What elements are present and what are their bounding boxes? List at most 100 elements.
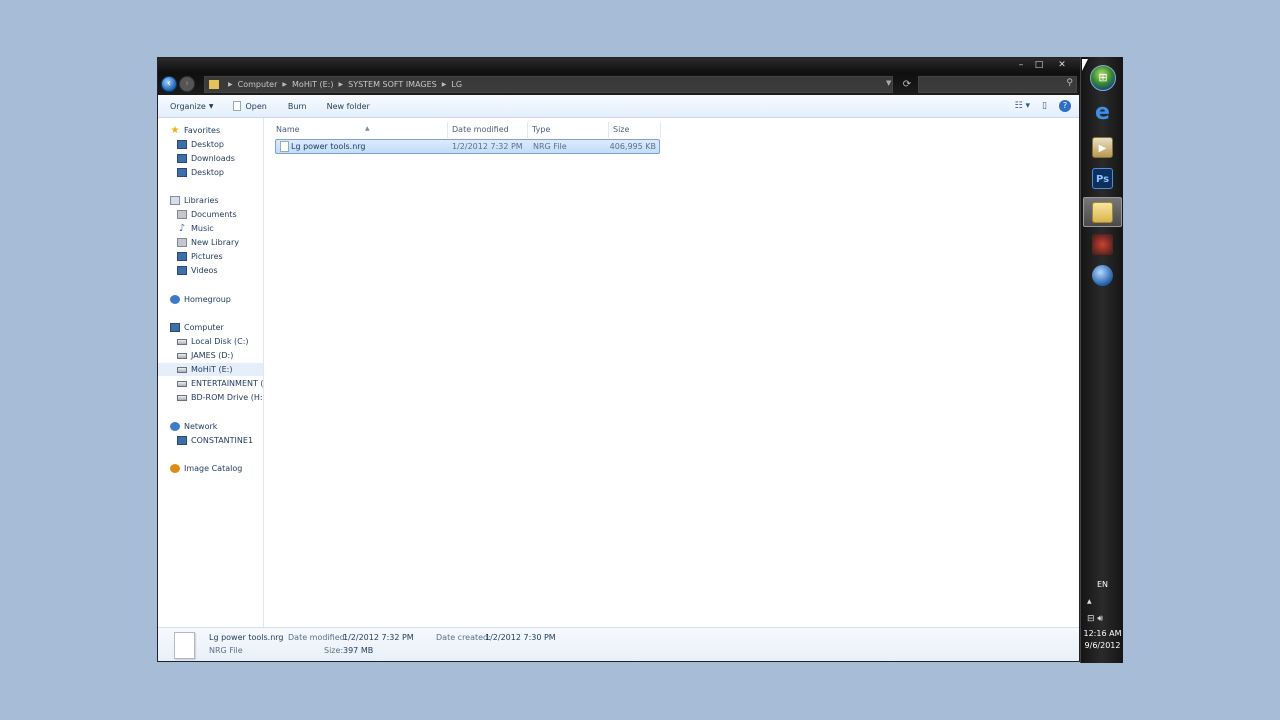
nav-music[interactable]: ♪ Music <box>177 222 214 235</box>
nav-favorites[interactable]: ★ Favorites <box>170 124 221 137</box>
new-folder-button[interactable]: New folder <box>327 102 370 111</box>
preview-pane-icon[interactable]: ▯ <box>1042 101 1047 111</box>
nav-label: Libraries <box>184 196 219 205</box>
nav-drive-h[interactable]: BD-ROM Drive (H:) S <box>177 391 263 404</box>
address-bar[interactable]: ▶ Computer ▶ MoHiT (E:) ▶ SYSTEM SOFT IM… <box>204 76 893 93</box>
document-icon <box>233 101 242 111</box>
maximize-button[interactable]: □ <box>1029 59 1049 72</box>
globe-icon[interactable] <box>1092 265 1113 286</box>
breadcrumb-computer[interactable]: Computer <box>238 80 278 89</box>
photoshop-icon[interactable]: Ps <box>1092 168 1113 189</box>
nav-drive-f[interactable]: ENTERTAINMENT (F:) <box>177 377 263 390</box>
file-type: NRG File <box>533 142 567 151</box>
documents-icon <box>177 210 187 219</box>
nav-new-library[interactable]: New Library <box>177 236 239 249</box>
breadcrumb-current[interactable]: LG <box>451 80 462 89</box>
windows-logo-icon: ⊞ <box>1098 71 1108 84</box>
column-name-label: Name <box>276 125 300 134</box>
minimize-button[interactable]: – <box>1011 59 1031 72</box>
nav-homegroup[interactable]: Homegroup <box>170 293 231 306</box>
view-options-icon[interactable]: ☷ ▾ <box>1015 101 1030 111</box>
nav-label: Pictures <box>191 252 223 261</box>
clock-time[interactable]: 12:16 AM <box>1081 629 1124 638</box>
arrow-right-icon: › <box>185 78 189 89</box>
nav-image-catalog[interactable]: Image Catalog <box>170 462 242 475</box>
language-indicator[interactable]: EN <box>1081 580 1124 589</box>
nav-network[interactable]: Network <box>170 420 217 433</box>
nav-libraries[interactable]: Libraries <box>170 194 219 207</box>
nav-label: Downloads <box>191 154 235 163</box>
network-status-icon[interactable]: ⊟ <box>1087 614 1095 624</box>
nav-label: JAMES (D:) <box>191 351 234 360</box>
nav-label: Local Disk (C:) <box>191 337 249 346</box>
star-icon: ★ <box>170 125 180 136</box>
music-icon: ♪ <box>178 223 186 234</box>
breadcrumb-folder[interactable]: SYSTEM SOFT IMAGES <box>348 80 437 89</box>
column-name[interactable]: Name ▲ <box>272 122 448 138</box>
view-controls: ☷ ▾ ▯ ? <box>1015 100 1071 112</box>
close-button[interactable]: ✕ <box>1052 59 1072 72</box>
command-bar: Organize ▼ Open Burn New folder ☷ ▾ ▯ ? <box>158 95 1079 118</box>
videos-icon <box>177 266 187 275</box>
details-date-created: 1/2/2012 7:30 PM <box>485 633 556 642</box>
nav-drive-e[interactable]: MoHiT (E:) <box>158 363 263 376</box>
column-date-modified[interactable]: Date modified <box>448 122 528 138</box>
game-icon[interactable] <box>1092 234 1113 255</box>
pictures-icon <box>177 252 187 261</box>
mouse-cursor-icon <box>1082 59 1088 71</box>
internet-explorer-icon[interactable]: e <box>1092 102 1113 124</box>
hard-drive-icon <box>177 366 187 373</box>
nav-label: Network <box>184 422 218 431</box>
refresh-icon[interactable]: ⟳ <box>899 76 915 93</box>
column-type[interactable]: Type <box>528 122 609 138</box>
burn-button[interactable]: Burn <box>288 102 307 111</box>
clock-date[interactable]: 9/6/2012 <box>1081 641 1124 650</box>
nav-desktop[interactable]: Desktop <box>177 138 224 151</box>
column-size[interactable]: Size <box>609 122 661 138</box>
nav-label: Music <box>191 224 214 233</box>
open-label: Open <box>245 101 267 111</box>
open-button[interactable]: Open <box>233 101 267 111</box>
network-icon <box>170 422 180 431</box>
table-row[interactable]: Lg power tools.nrg 1/2/2012 7:32 PM NRG … <box>275 139 660 154</box>
nav-downloads[interactable]: Downloads <box>177 152 235 165</box>
details-file-name: Lg power tools.nrg <box>209 633 284 642</box>
help-icon[interactable]: ? <box>1059 100 1071 112</box>
optical-drive-icon <box>177 394 187 401</box>
chevron-right-icon[interactable]: ▶ <box>228 81 233 88</box>
chevron-right-icon[interactable]: ▶ <box>282 81 287 88</box>
nav-desktop-2[interactable]: Desktop <box>177 166 224 179</box>
volume-icon[interactable]: 🔊︎ <box>1097 614 1103 624</box>
forward-button[interactable]: › <box>179 76 195 92</box>
start-button[interactable]: ⊞ <box>1090 65 1116 91</box>
media-player-icon[interactable]: ▶ <box>1092 137 1113 158</box>
nav-drive-c[interactable]: Local Disk (C:) <box>177 335 249 348</box>
address-dropdown-icon[interactable]: ▼ <box>886 79 891 87</box>
hard-drive-icon <box>177 352 187 359</box>
arrow-left-icon: ‹ <box>167 78 171 89</box>
organize-label: Organize <box>170 101 206 111</box>
chevron-right-icon[interactable]: ▶ <box>442 81 447 88</box>
nav-constantine1[interactable]: CONSTANTINE1 <box>177 434 253 447</box>
desktop-icon <box>177 140 187 149</box>
back-button[interactable]: ‹ <box>161 76 177 92</box>
nav-pictures[interactable]: Pictures <box>177 250 223 263</box>
library-icon <box>177 238 187 247</box>
nav-drive-d[interactable]: JAMES (D:) <box>177 349 233 362</box>
nav-label: Videos <box>191 266 218 275</box>
nav-computer[interactable]: Computer <box>170 321 224 334</box>
taskbar: ⊞ e ▶ Ps EN ▲ ⊟ 🔊︎ 12:16 AM 9/6/2012 <box>1080 57 1123 663</box>
file-icon <box>280 141 289 152</box>
nav-documents[interactable]: Documents <box>177 208 237 221</box>
details-date-modified-label: Date modified: <box>288 633 348 642</box>
nav-videos[interactable]: Videos <box>177 264 218 277</box>
nav-label: Desktop <box>191 168 224 177</box>
windows-explorer-icon[interactable] <box>1092 202 1113 223</box>
breadcrumb-drive[interactable]: MoHiT (E:) <box>292 80 333 89</box>
search-input[interactable]: ⚲ <box>918 76 1077 93</box>
downloads-icon <box>177 154 187 163</box>
desktop-icon <box>177 168 187 177</box>
chevron-right-icon[interactable]: ▶ <box>339 81 344 88</box>
organize-button[interactable]: Organize ▼ <box>170 102 213 111</box>
show-hidden-icons-icon[interactable]: ▲ <box>1087 598 1092 605</box>
